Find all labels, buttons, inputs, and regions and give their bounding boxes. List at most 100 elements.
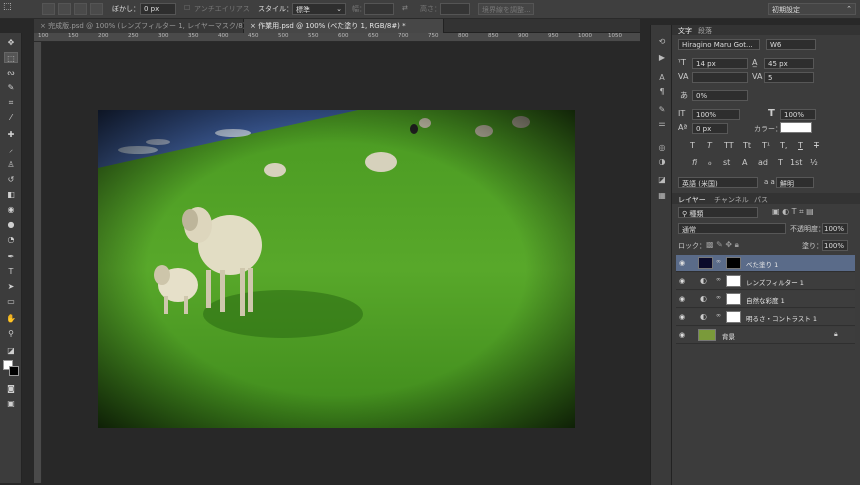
tab-paragraph[interactable]: 段落 [698,26,712,36]
dodge-tool-icon[interactable]: ◔ [4,234,18,245]
background-color-swatch[interactable] [9,366,19,376]
swash-button[interactable]: A [742,158,747,167]
document-canvas-image[interactable] [98,110,575,428]
tab-channels[interactable]: チャンネル [714,195,749,205]
ordinal-button[interactable]: 1st [790,158,802,167]
superscript-button[interactable]: T¹ [762,141,770,150]
faux-italic-button[interactable]: T [707,141,712,150]
tab-paths[interactable]: パス [754,195,768,205]
font-weight-select[interactable]: W6 [766,39,816,50]
tracking-input[interactable]: 5 [764,72,814,83]
blur-tool-icon[interactable]: ● [4,219,18,230]
vertical-scale-input[interactable]: 100% [692,109,740,120]
layer-mask-thumbnail[interactable] [726,311,741,323]
language-select[interactable]: 英語 (米国) [678,177,758,188]
tsume-input[interactable]: 0% [692,90,748,101]
kerning-input[interactable] [692,72,748,83]
default-colors-icon[interactable]: ◪ [4,345,18,356]
small-caps-button[interactable]: Tt [743,141,751,150]
titling-button[interactable]: T [778,158,783,167]
layer-mask-thumbnail[interactable] [726,275,741,287]
type-tool-icon[interactable]: T [4,266,18,277]
rectangle-tool-icon[interactable]: ▭ [4,296,18,307]
width-input[interactable] [364,3,394,15]
tab-layers[interactable]: レイヤー [678,195,706,205]
text-color-swatch[interactable] [780,122,812,133]
marquee-tool-preset-icon[interactable]: ⬚ [3,2,16,14]
shape-filter-icon[interactable]: ⌗ [799,207,804,216]
eraser-tool-icon[interactable]: ◧ [4,189,18,200]
blend-mode-select[interactable]: 通常 [678,223,786,234]
color-panel-icon[interactable]: ◎ [657,143,667,153]
eyedropper-tool-icon[interactable]: ⁄ [4,112,18,123]
opacity-input[interactable]: 100% [822,223,848,234]
tab-final-psd[interactable]: × 完成版.psd @ 100% (レンズフィルター 1, レイヤーマスク/8) [34,19,245,33]
layer-row-vibrance-1[interactable]: ◉ ◐ ∞ 自然な彩度 1 [676,291,855,308]
horizontal-scale-input[interactable]: 100% [780,109,816,120]
subtract-selection-icon[interactable] [74,3,87,15]
paint-bucket-tool-icon[interactable]: ◉ [4,204,18,215]
tab-working-psd[interactable]: × 作業用.psd @ 100% (べた塗り 1, RGB/8#) * [244,19,444,33]
lock-options-icons[interactable]: ▩ ✎ ✥ 🔒︎ [706,240,739,250]
subscript-button[interactable]: T, [780,141,787,150]
eye-icon[interactable]: ◉ [679,295,685,303]
image-filter-icon[interactable]: ▣ [772,207,780,216]
intersect-selection-icon[interactable] [90,3,103,15]
faux-bold-button[interactable]: T [690,141,695,150]
add-selection-icon[interactable] [58,3,71,15]
history-icon[interactable]: ⟲ [657,37,667,47]
adjustment-filter-icon[interactable]: ◐ [782,207,789,216]
actions-play-icon[interactable]: ▶ [657,53,667,63]
new-selection-icon[interactable] [42,3,55,15]
crop-tool-icon[interactable]: ⌗ [4,97,18,108]
eye-icon[interactable]: ◉ [679,259,685,267]
underline-button[interactable]: T [798,141,803,150]
fill-input[interactable]: 100% [822,240,848,251]
path-selection-tool-icon[interactable]: ➤ [4,281,18,292]
layer-mask-thumbnail[interactable] [726,293,741,305]
styles-panel-icon[interactable]: ◪ [657,175,667,185]
swatches-panel-icon[interactable]: ◑ [657,157,667,167]
screen-mode-icon[interactable]: ▣ [4,398,18,409]
smart-object-filter-icon[interactable]: ▤ [806,207,814,216]
layer-row-fill-1[interactable]: ◉ ∞ べた塗り 1 [676,255,855,272]
rectangular-marquee-tool-icon[interactable]: ⬚ [4,52,18,63]
style-select[interactable]: 標準 ⌄ [292,3,346,15]
strikethrough-button[interactable]: T [814,141,819,150]
ligatures-button[interactable]: fi [692,158,697,167]
clone-stamp-tool-icon[interactable]: ♙ [4,159,18,170]
paragraph-panel-icon[interactable]: ¶ [657,87,667,97]
pen-tool-icon[interactable]: ✒ [4,251,18,262]
close-icon[interactable]: × [250,22,256,30]
swap-icon[interactable]: ⇄ [402,4,408,12]
workspace-select[interactable]: 初期設定 ⌃ [768,3,856,15]
move-tool-icon[interactable]: ✥ [4,37,18,48]
brush-panel-icon[interactable]: ✎ [657,105,667,115]
leading-input[interactable]: 45 px [764,58,814,69]
feather-input[interactable]: 0 px [140,3,176,15]
layer-row-background[interactable]: ◉ 背景 🔒︎ [676,327,855,344]
antialias-checkbox[interactable]: ☐ [184,4,190,12]
lasso-tool-icon[interactable]: ᔓ [4,67,18,78]
type-filter-icon[interactable]: T [792,207,797,216]
quick-selection-tool-icon[interactable]: ✎ [4,82,18,93]
character-panel-icon[interactable]: A [657,73,667,83]
ordinals-button[interactable]: ad [758,158,768,167]
brush-tool-icon[interactable]: ⸝ [4,144,18,155]
tab-character[interactable]: 文字 [678,26,692,36]
height-input[interactable] [440,3,470,15]
hand-tool-icon[interactable]: ✋ [4,313,18,324]
quick-mask-icon[interactable]: ◙ [4,383,18,394]
baseline-shift-input[interactable]: 0 px [692,123,728,134]
all-caps-button[interactable]: TT [724,141,734,150]
healing-brush-tool-icon[interactable]: ✚ [4,129,18,140]
history-brush-tool-icon[interactable]: ↺ [4,174,18,185]
close-icon[interactable]: × [40,22,46,30]
layer-filter-select[interactable]: ⚲ 種類 [678,207,758,218]
refine-edge-button[interactable]: 境界線を調整... [478,3,534,15]
fractions-button[interactable]: ½ [810,158,818,167]
eye-icon[interactable]: ◉ [679,277,685,285]
properties-panel-icon[interactable]: ▦ [657,191,667,201]
font-size-input[interactable]: 14 px [692,58,748,69]
layer-row-brightness-contrast-1[interactable]: ◉ ◐ ∞ 明るさ・コントラスト 1 [676,309,855,326]
